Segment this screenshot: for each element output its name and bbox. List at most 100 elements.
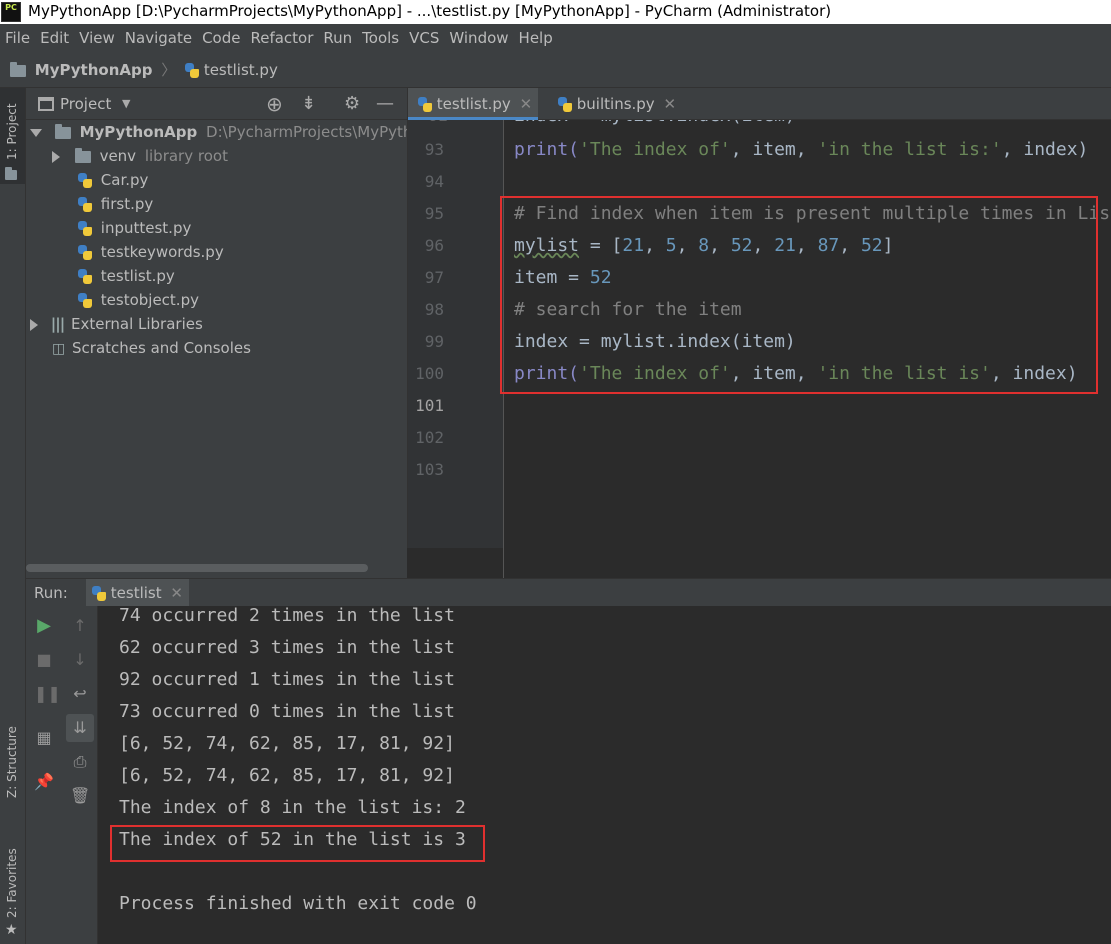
arrow-down-icon[interactable]: ↓ bbox=[70, 652, 90, 668]
project-view-selector[interactable]: Project bbox=[60, 88, 111, 120]
console-line: 62 occurred 3 times in the list bbox=[119, 637, 455, 658]
run-toolbar: ▶ ■ ❚❚ ▦ 📌 ↑ ↓ ↩ ⇊ ⎙ 🗑 bbox=[26, 606, 98, 944]
print-icon[interactable]: ⎙ bbox=[70, 754, 90, 770]
chevron-right-icon[interactable] bbox=[52, 150, 60, 163]
folder-icon bbox=[5, 167, 17, 180]
menu-tools[interactable]: Tools bbox=[358, 24, 403, 52]
line-number: 103 bbox=[415, 460, 444, 479]
console-line: Process finished with exit code 0 bbox=[119, 893, 477, 914]
pycharm-logo-icon: PC bbox=[1, 2, 21, 22]
line-number-current: 101 bbox=[415, 396, 444, 415]
scroll-to-end-icon[interactable]: ⇊ bbox=[66, 714, 94, 742]
python-file-icon bbox=[418, 96, 432, 113]
line-number: 95 bbox=[424, 204, 444, 223]
chevron-right-icon[interactable] bbox=[30, 318, 38, 331]
line-number: 94 bbox=[424, 172, 444, 191]
menu-navigate[interactable]: Navigate bbox=[121, 24, 196, 52]
menu-code[interactable]: Code bbox=[198, 24, 244, 52]
line-number: 102 bbox=[415, 428, 444, 447]
tree-item-inputtest[interactable]: inputtest.py bbox=[78, 216, 191, 240]
line-number: 97 bbox=[424, 268, 444, 287]
tab-structure-label: Z: Structure bbox=[5, 726, 19, 798]
tab-structure[interactable]: Z: Structure bbox=[0, 718, 25, 818]
arrow-up-icon[interactable]: ↑ bbox=[70, 618, 90, 634]
chevron-down-icon[interactable]: ▼ bbox=[122, 88, 130, 120]
line-number: 92 bbox=[408, 120, 448, 132]
menu-file[interactable]: File bbox=[1, 24, 34, 52]
tree-item-note: library root bbox=[144, 147, 228, 165]
tab-favorites-label: 2: Favorites bbox=[5, 848, 19, 918]
editor-bottom-area bbox=[407, 548, 1111, 578]
code-line-92: index = mylist.index(item) bbox=[514, 120, 796, 132]
console-line: The index of 8 in the list is: 2 bbox=[119, 797, 466, 818]
breadcrumb: MyPythonApp 〉 testlist.py bbox=[0, 52, 1111, 88]
gutter-divider bbox=[503, 548, 504, 578]
code-token: , item, bbox=[730, 139, 818, 160]
left-tool-strip-lower: Z: Structure 2: Favorites ★ bbox=[0, 578, 26, 944]
close-icon[interactable]: ✕ bbox=[663, 95, 676, 113]
scratches-icon: ◫ bbox=[52, 341, 66, 357]
tree-item-external-libraries[interactable]: ||| External Libraries bbox=[30, 312, 203, 336]
console-line: 92 occurred 1 times in the list bbox=[119, 669, 455, 690]
editor-tab-bar: testlist.py ✕ builtins.py ✕ bbox=[408, 88, 1111, 120]
pin-icon[interactable]: 📌 bbox=[34, 774, 54, 790]
python-file-icon bbox=[78, 268, 92, 285]
tab-project[interactable]: 1: Project bbox=[0, 88, 25, 184]
crosshair-icon[interactable]: ⊕ bbox=[266, 88, 283, 120]
breadcrumb-file[interactable]: testlist.py bbox=[204, 61, 278, 79]
tab-builtins[interactable]: builtins.py ✕ bbox=[548, 88, 688, 120]
line-number: 93 bbox=[424, 140, 444, 159]
run-panel-label: Run: bbox=[34, 584, 68, 602]
folder-icon bbox=[10, 61, 26, 77]
tree-item-testkeywords[interactable]: testkeywords.py bbox=[78, 240, 224, 264]
tree-item-car[interactable]: Car.py bbox=[78, 168, 148, 192]
python-file-icon bbox=[558, 96, 572, 113]
breadcrumb-project[interactable]: MyPythonApp bbox=[35, 61, 153, 79]
tree-item-testlist[interactable]: testlist.py bbox=[78, 264, 175, 288]
minimize-icon[interactable]: — bbox=[376, 88, 394, 120]
tree-root[interactable]: MyPythonApp D:\PycharmProjects\MyPython bbox=[30, 120, 431, 144]
trash-icon[interactable]: 🗑 bbox=[70, 788, 90, 804]
menu-vcs[interactable]: VCS bbox=[405, 24, 443, 52]
menu-bar: File Edit View Navigate Code Refactor Ru… bbox=[0, 24, 1111, 52]
tree-item-testobject[interactable]: testobject.py bbox=[78, 288, 199, 312]
menu-run[interactable]: Run bbox=[319, 24, 356, 52]
layout-icon[interactable]: ▦ bbox=[34, 730, 54, 746]
line-number: 98 bbox=[424, 300, 444, 319]
python-file-icon bbox=[78, 196, 92, 213]
tree-item-label: Car.py bbox=[100, 171, 149, 189]
code-token: 'The index of' bbox=[579, 139, 731, 160]
menu-view[interactable]: View bbox=[75, 24, 119, 52]
chevron-down-icon[interactable] bbox=[30, 128, 42, 137]
code-token: 'in the list is:' bbox=[817, 139, 1002, 160]
play-icon[interactable]: ▶ bbox=[34, 617, 54, 635]
tree-item-label: inputtest.py bbox=[100, 219, 192, 237]
tab-testlist[interactable]: testlist.py ✕ bbox=[408, 88, 538, 120]
code-token: print( bbox=[514, 139, 580, 160]
tab-favorites[interactable]: 2: Favorites ★ bbox=[0, 846, 25, 944]
tree-item-scratches[interactable]: ◫ Scratches and Consoles bbox=[52, 336, 251, 360]
menu-window[interactable]: Window bbox=[445, 24, 512, 52]
menu-refactor[interactable]: Refactor bbox=[246, 24, 317, 52]
menu-help[interactable]: Help bbox=[515, 24, 557, 52]
breadcrumb-separator-icon: 〉 bbox=[161, 61, 177, 79]
console-line: 73 occurred 0 times in the list bbox=[119, 701, 455, 722]
project-panel-header: Project ▼ ⊕ ⇟ ⚙ — bbox=[26, 88, 407, 120]
tree-item-first[interactable]: first.py bbox=[78, 192, 153, 216]
tree-item-venv[interactable]: venv library root bbox=[52, 144, 228, 168]
menu-edit[interactable]: Edit bbox=[36, 24, 73, 52]
highlight-box-output bbox=[110, 825, 485, 862]
project-view-icon bbox=[38, 97, 54, 111]
stop-icon[interactable]: ■ bbox=[34, 652, 54, 668]
python-file-icon bbox=[185, 62, 200, 79]
tree-item-label: first.py bbox=[100, 195, 154, 213]
soft-wrap-icon[interactable]: ↩ bbox=[70, 686, 90, 702]
tree-root-path: D:\PycharmProjects\MyPython bbox=[206, 123, 432, 141]
gear-icon[interactable]: ⚙ bbox=[344, 88, 360, 120]
pause-icon[interactable]: ❚❚ bbox=[34, 686, 61, 702]
close-icon[interactable]: ✕ bbox=[520, 95, 533, 113]
code-line-93: print('The index of', item, 'in the list… bbox=[514, 134, 1088, 166]
project-horizontal-scrollbar[interactable] bbox=[26, 564, 368, 572]
collapse-icon[interactable]: ⇟ bbox=[301, 88, 316, 120]
highlight-box-code bbox=[500, 196, 1098, 394]
